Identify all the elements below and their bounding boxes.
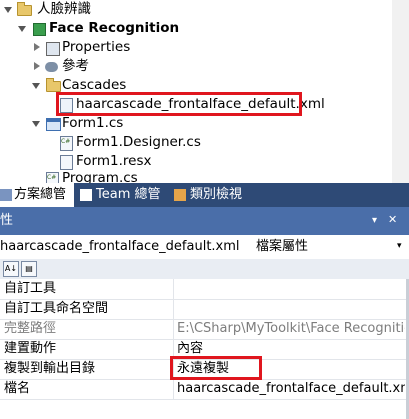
tab-solution-explorer[interactable]: 方案總管 [0,183,74,207]
highlight-box [56,92,302,116]
solution-explorer-icon [0,189,12,201]
property-row[interactable]: 自訂工具 [0,279,409,300]
expand-arrow-icon[interactable] [18,26,26,32]
pin-icon[interactable]: ▾ [372,207,377,235]
references-icon [45,62,58,72]
close-icon[interactable]: ✕ [388,206,397,234]
property-value[interactable] [177,299,405,319]
collapse-arrow-icon[interactable] [34,62,40,70]
property-name: 建置動作 [4,341,57,356]
object-name: haarcascade_frontalface_default.xml [0,239,240,254]
collapse-arrow-icon[interactable] [34,43,40,51]
expand-arrow-icon[interactable] [4,7,12,13]
tree-item-project[interactable]: Face Recognition [49,19,179,38]
property-value: E:\CSharp\MyToolkit\Face Recognition [177,321,405,336]
highlight-box [170,356,262,380]
object-selector[interactable]: haarcascade_frontalface_default.xml 檔案屬性… [0,235,409,260]
categorized-sort-icon[interactable]: A↓ [3,261,19,277]
expand-arrow-icon[interactable] [32,83,40,89]
resx-file-icon [60,155,73,170]
folder-icon [46,78,61,92]
tree-item-references[interactable]: 參考 [62,57,89,76]
csharp-project-icon [33,23,46,36]
alphabetical-sort-icon[interactable]: ▤ [21,261,37,277]
property-name: 完整路徑 [4,321,57,336]
team-explorer-icon [80,189,92,201]
property-row[interactable]: 完整路徑 E:\CSharp\MyToolkit\Face Recognitio… [0,319,409,340]
property-row[interactable]: 自訂工具命名空間 [0,299,409,320]
object-type: 檔案屬性 [256,239,309,254]
folder-icon [17,2,32,16]
tab-team-explorer[interactable]: Team 總管 [78,183,170,207]
tab-class-view[interactable]: 類別檢視 [172,183,258,207]
solution-explorer-tree: 人臉辨識 Face Recognition Properties 參考 Casc… [0,0,409,187]
property-value[interactable]: haarcascade_frontalface_default.xml [177,379,405,399]
tree-item-form1[interactable]: Form1.cs [62,114,123,133]
tab-label: 方案總管 [14,187,67,202]
expand-arrow-icon[interactable] [32,121,40,127]
dropdown-arrow-icon[interactable]: ▾ [397,234,402,258]
properties-header: 性 ▾ ✕ [0,207,409,235]
property-name: 自訂工具命名空間 [4,301,109,316]
cs-file-icon [60,136,73,151]
class-view-icon [174,189,186,201]
vertical-scrollbar[interactable] [392,0,409,183]
tab-label: Team 總管 [96,187,161,202]
tree-item-properties[interactable]: Properties [62,38,130,57]
tree-item-form1-designer[interactable]: Form1.Designer.cs [76,133,201,152]
tab-label: 類別檢視 [190,187,243,202]
property-grid: 自訂工具 自訂工具命名空間 完整路徑 E:\CSharp\MyToolkit\F… [0,279,409,419]
property-value[interactable] [177,279,405,299]
property-name: 自訂工具 [4,281,57,296]
properties-icon [46,42,60,56]
properties-toolbar: A↓ ▤ [0,259,409,279]
property-name: 檔名 [4,381,31,396]
tree-item-solution-folder[interactable]: 人臉辨識 [37,0,91,19]
form-icon [46,118,61,131]
panel-title: 性 [0,213,14,228]
property-row[interactable]: 檔名 haarcascade_frontalface_default.xml [0,379,409,400]
tool-window-tab-bar: 方案總管 Team 總管 類別檢視 [0,183,409,207]
property-name: 複製到輸出目錄 [4,361,96,376]
